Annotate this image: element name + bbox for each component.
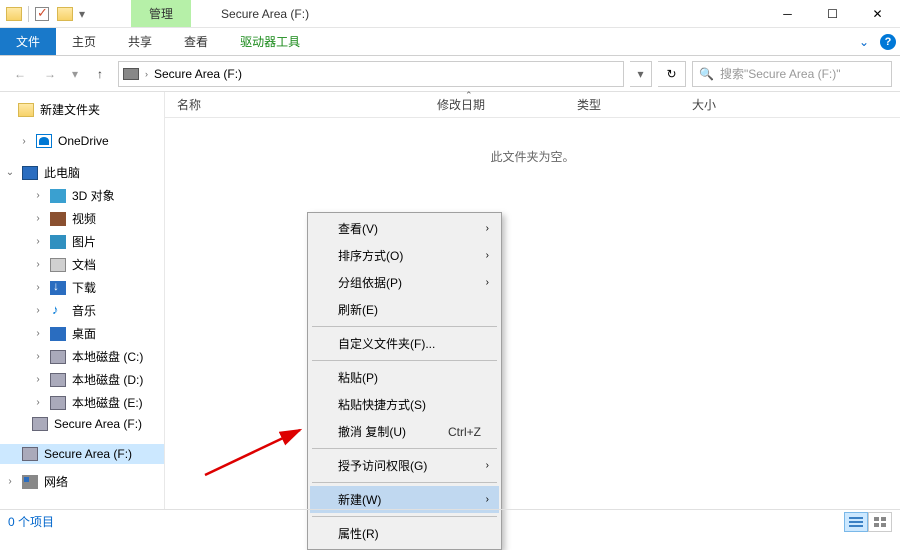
qat-checkbox-icon[interactable] — [35, 7, 49, 21]
sidebar-item-secure-area-f[interactable]: Secure Area (F:) — [0, 414, 164, 434]
ribbon-expand-icon[interactable]: ⌄ — [852, 28, 876, 55]
sidebar-item-pictures[interactable]: ›图片 — [0, 230, 164, 253]
column-size[interactable]: 大小 — [680, 96, 770, 113]
status-item-count: 0 个项目 — [8, 513, 54, 530]
ctx-paste-shortcut[interactable]: 粘贴快捷方式(S) — [310, 391, 499, 418]
search-placeholder: 搜索"Secure Area (F:)" — [720, 65, 841, 82]
address-text[interactable]: Secure Area (F:) — [154, 67, 242, 81]
sidebar-item-desktop[interactable]: ›桌面 — [0, 322, 164, 345]
chevron-right-icon: › — [486, 250, 489, 261]
column-name[interactable]: 名称 — [165, 96, 425, 113]
ctx-sort[interactable]: 排序方式(O)› — [310, 242, 499, 269]
search-input[interactable]: 🔍 搜索"Secure Area (F:)" — [692, 61, 892, 87]
qat-dropdown-icon[interactable]: ▾ — [79, 7, 85, 21]
status-bar: 0 个项目 — [0, 509, 900, 533]
view-details-button[interactable] — [844, 512, 868, 532]
close-button[interactable]: ✕ — [855, 0, 900, 28]
column-date[interactable]: 修改日期 — [425, 96, 565, 113]
address-bar[interactable]: › Secure Area (F:) — [118, 61, 624, 87]
chevron-right-icon: › — [486, 223, 489, 234]
minimize-button[interactable]: ─ — [765, 0, 810, 28]
ctx-view[interactable]: 查看(V)› — [310, 215, 499, 242]
icons-view-icon — [873, 516, 887, 528]
ctx-refresh[interactable]: 刷新(E) — [310, 296, 499, 323]
ctx-group[interactable]: 分组依据(P)› — [310, 269, 499, 296]
app-icon — [6, 7, 22, 21]
nav-forward-button: → — [38, 62, 62, 86]
sidebar-item-new-folder[interactable]: 新建文件夹 — [0, 98, 164, 121]
context-menu: 查看(V)› 排序方式(O)› 分组依据(P)› 刷新(E) 自定义文件夹(F)… — [307, 212, 502, 550]
ctx-customize[interactable]: 自定义文件夹(F)... — [310, 330, 499, 357]
tab-share[interactable]: 共享 — [112, 28, 168, 55]
window-title: Secure Area (F:) — [221, 7, 309, 21]
sidebar-item-secure-area-f-current[interactable]: Secure Area (F:) — [0, 444, 164, 464]
sidebar-item-documents[interactable]: ›文档 — [0, 253, 164, 276]
refresh-button[interactable]: ↻ — [658, 61, 686, 87]
sidebar-item-onedrive[interactable]: ›OneDrive — [0, 131, 164, 151]
address-dropdown-button[interactable]: ▾ — [630, 61, 652, 87]
ctx-paste[interactable]: 粘贴(P) — [310, 364, 499, 391]
sidebar-item-network[interactable]: ›网络 — [0, 470, 164, 493]
tab-view[interactable]: 查看 — [168, 28, 224, 55]
quick-access-toolbar: ▾ — [0, 6, 91, 22]
ctx-grant-access[interactable]: 授予访问权限(G)› — [310, 452, 499, 479]
sort-indicator-icon: ⌃ — [465, 90, 473, 101]
chevron-right-icon: › — [486, 494, 489, 505]
sidebar-item-drive-e[interactable]: ›本地磁盘 (E:) — [0, 391, 164, 414]
nav-back-button[interactable]: ← — [8, 62, 32, 86]
sidebar-item-3d-objects[interactable]: ›3D 对象 — [0, 184, 164, 207]
empty-folder-message: 此文件夹为空。 — [165, 148, 900, 165]
menu-separator — [312, 448, 497, 449]
menu-separator — [312, 482, 497, 483]
column-type[interactable]: 类型 — [565, 96, 680, 113]
address-chevron-icon[interactable]: › — [145, 69, 148, 79]
search-icon: 🔍 — [699, 67, 714, 81]
file-list-area[interactable]: ⌃ 名称 修改日期 类型 大小 此文件夹为空。 — [165, 92, 900, 509]
sidebar-item-videos[interactable]: ›视频 — [0, 207, 164, 230]
maximize-button[interactable]: ☐ — [810, 0, 855, 28]
menu-separator — [312, 360, 497, 361]
ctx-undo[interactable]: 撤消 复制(U)Ctrl+Z — [310, 418, 499, 445]
nav-up-button[interactable]: ↑ — [88, 62, 112, 86]
qat-folder-icon[interactable] — [57, 7, 73, 21]
navigation-pane[interactable]: 新建文件夹 ›OneDrive ⌄此电脑 ›3D 对象 ›视频 ›图片 ›文档 … — [0, 92, 165, 509]
view-icons-button[interactable] — [868, 512, 892, 532]
sidebar-item-downloads[interactable]: ›下载 — [0, 276, 164, 299]
tab-drive-tools[interactable]: 驱动器工具 — [224, 28, 316, 55]
menu-separator — [312, 326, 497, 327]
tab-home[interactable]: 主页 — [56, 28, 112, 55]
contextual-tab-manage[interactable]: 管理 — [131, 0, 191, 27]
sidebar-item-drive-c[interactable]: ›本地磁盘 (C:) — [0, 345, 164, 368]
details-view-icon — [849, 516, 863, 528]
drive-icon — [123, 68, 139, 80]
help-button[interactable]: ? — [876, 28, 900, 55]
sidebar-item-this-pc[interactable]: ⌄此电脑 — [0, 161, 164, 184]
sidebar-item-music[interactable]: ›音乐 — [0, 299, 164, 322]
sidebar-item-drive-d[interactable]: ›本地磁盘 (D:) — [0, 368, 164, 391]
column-headers: 名称 修改日期 类型 大小 — [165, 92, 900, 118]
nav-recent-dropdown[interactable]: ▾ — [68, 62, 82, 86]
tab-file[interactable]: 文件 — [0, 28, 56, 55]
chevron-right-icon: › — [486, 460, 489, 471]
chevron-right-icon: › — [486, 277, 489, 288]
